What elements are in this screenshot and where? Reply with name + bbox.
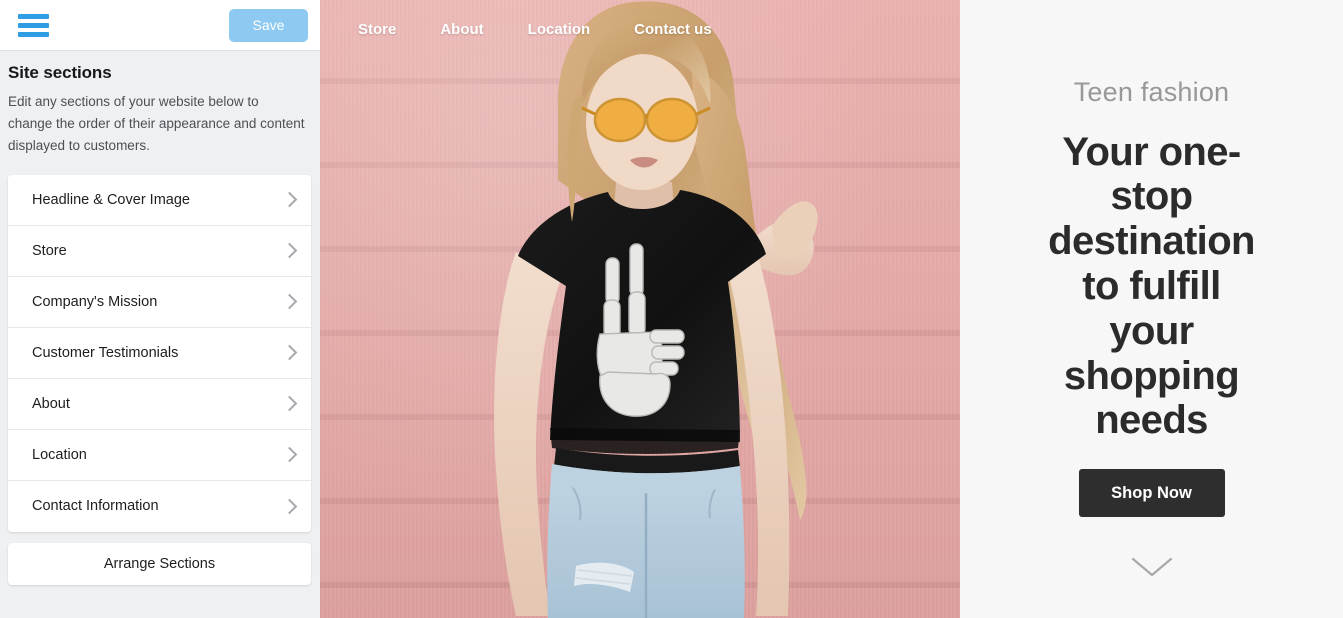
hamburger-bar: [18, 31, 49, 37]
chevron-right-icon: [284, 243, 293, 258]
section-label: Customer Testimonials: [32, 344, 179, 361]
page-title: Site sections: [8, 63, 112, 82]
section-label: Location: [32, 446, 87, 463]
website-editor-screen: Save Site sections Edit any sections of …: [0, 0, 1343, 618]
sidebar-item-about[interactable]: About: [8, 378, 311, 430]
nav-item-contact-us[interactable]: Contact us: [634, 21, 712, 38]
save-button[interactable]: Save: [229, 8, 308, 42]
editor-sidebar: Save Site sections Edit any sections of …: [0, 0, 320, 618]
shop-now-button[interactable]: Shop Now: [1078, 469, 1225, 518]
nav-item-about[interactable]: About: [440, 21, 483, 38]
panel-description: Edit any sections of your website below …: [8, 94, 305, 153]
section-label: About: [32, 395, 70, 412]
site-sections-list: Headline & Cover Image Store Company's M…: [8, 174, 311, 532]
chevron-right-icon: [284, 447, 293, 462]
chevron-right-icon: [284, 499, 293, 514]
nav-item-location[interactable]: Location: [528, 21, 591, 38]
nav-item-store[interactable]: Store: [358, 21, 396, 38]
sidebar-item-contact-information[interactable]: Contact Information: [8, 480, 311, 532]
hero-headline: Your one-stop destination to fulfill you…: [1048, 129, 1255, 443]
site-nav: Store About Location Contact us: [320, 0, 960, 58]
editor-toolbar: Save: [0, 0, 320, 51]
chevron-down-icon[interactable]: [1130, 556, 1174, 578]
sidebar-item-companys-mission[interactable]: Company's Mission: [8, 276, 311, 328]
hero-text-panel: Teen fashion Your one-stop destination t…: [960, 0, 1343, 618]
hamburger-bar: [18, 13, 49, 19]
chevron-right-icon: [284, 192, 293, 207]
sidebar-item-customer-testimonials[interactable]: Customer Testimonials: [8, 327, 311, 379]
section-label: Store: [32, 242, 67, 259]
hero-eyebrow: Teen fashion: [1073, 77, 1230, 107]
section-label: Contact Information: [32, 498, 159, 515]
section-label: Company's Mission: [32, 293, 158, 310]
sidebar-body: Site sections Edit any sections of your …: [0, 51, 320, 618]
cover-image-preview[interactable]: Store About Location Contact us: [320, 0, 960, 618]
sidebar-item-store[interactable]: Store: [8, 225, 311, 277]
sidebar-item-location[interactable]: Location: [8, 429, 311, 481]
chevron-right-icon: [284, 396, 293, 411]
model-photo-illustration: [494, 1, 818, 618]
hamburger-bar: [18, 22, 49, 28]
arrange-sections-button[interactable]: Arrange Sections: [8, 542, 311, 585]
chevron-right-icon: [284, 345, 293, 360]
hamburger-menu-icon[interactable]: [18, 13, 49, 37]
chevron-right-icon: [284, 294, 293, 309]
section-label: Headline & Cover Image: [32, 191, 190, 208]
sidebar-item-headline-cover-image[interactable]: Headline & Cover Image: [8, 174, 311, 226]
